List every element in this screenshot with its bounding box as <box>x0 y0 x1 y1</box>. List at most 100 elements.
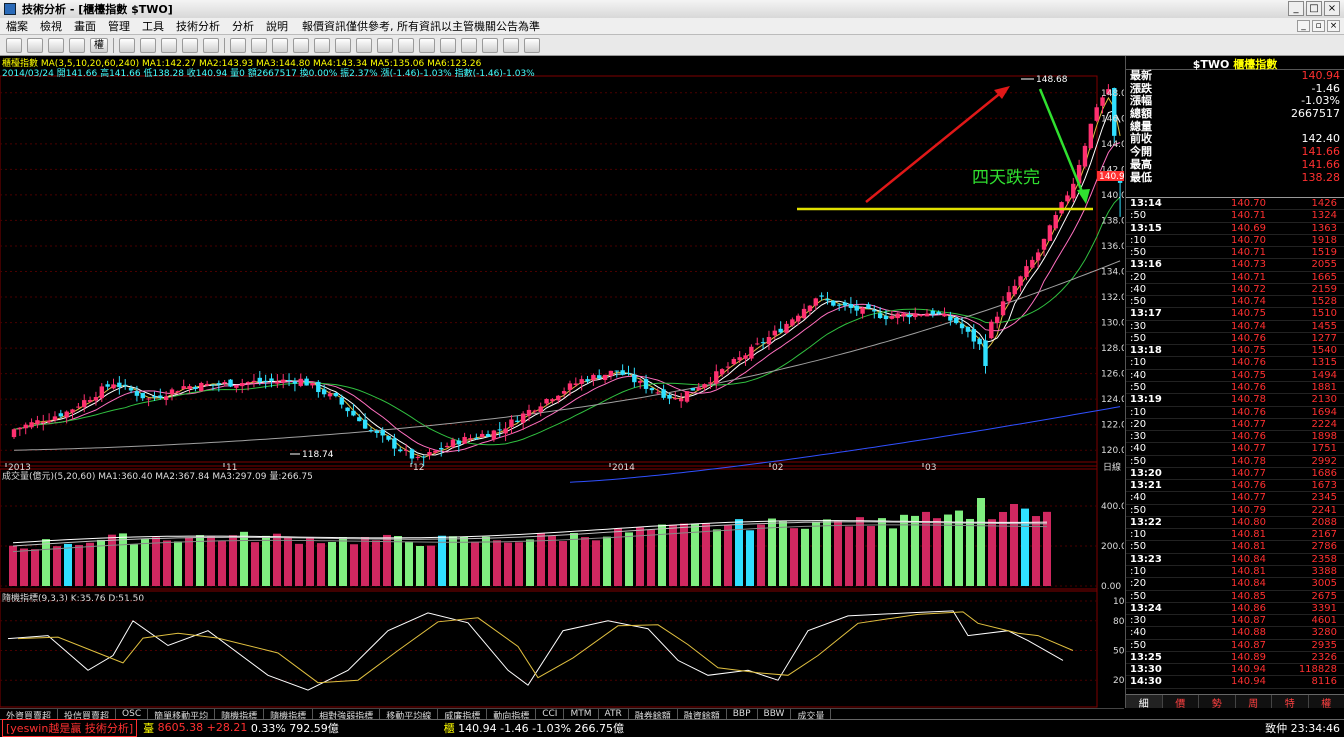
menu-view[interactable]: 檢視 <box>40 18 62 34</box>
period-icon[interactable] <box>48 38 64 53</box>
candle-body <box>135 391 139 396</box>
maximize-icon[interactable]: □ <box>1306 1 1322 16</box>
vline-tool-icon[interactable] <box>293 38 309 53</box>
indicator-tab[interactable]: MTM <box>564 709 598 719</box>
indicator-tab[interactable]: CCI <box>536 709 564 719</box>
quote-row: 最高141.66 <box>1126 159 1344 172</box>
channel-tool-icon[interactable] <box>314 38 330 53</box>
candle-body <box>41 422 45 423</box>
menu-tools[interactable]: 工具 <box>142 18 164 34</box>
volume-bar <box>812 522 820 586</box>
close-icon[interactable]: × <box>1324 1 1340 16</box>
candle-body <box>644 379 648 389</box>
tick-t: 13:21 <box>1126 480 1186 491</box>
chart-icon[interactable] <box>182 38 198 53</box>
date-axis-label: 2014 <box>612 463 635 473</box>
candle-body <box>626 373 630 374</box>
status-taiex: 8605.38 +28.21 <box>158 721 248 734</box>
menu-analysis[interactable]: 分析 <box>232 18 254 34</box>
status-otc: 140.94 -1.46 -1.03% 266.75億 <box>458 720 624 736</box>
menu-technical[interactable]: 技術分析 <box>176 18 220 34</box>
fibonacci-icon[interactable] <box>335 38 351 53</box>
tick-row: :30140.874601 <box>1126 615 1344 627</box>
candle-body <box>281 380 285 383</box>
crosshair-icon[interactable] <box>27 38 43 53</box>
tick-p: 140.87 <box>1186 640 1266 651</box>
price-axis-label: 130.00 <box>1101 319 1124 329</box>
tick-t: :50 <box>1126 640 1186 651</box>
draw-tool-icon[interactable] <box>6 38 22 53</box>
tick-t: :50 <box>1126 333 1186 344</box>
indicator-tab[interactable]: 威廉指標 <box>438 709 487 719</box>
rights-dropdown[interactable]: 權 <box>90 38 108 53</box>
mdi-minimize-icon[interactable]: _ <box>1297 20 1310 32</box>
candle-body <box>498 429 502 430</box>
quote-tab[interactable]: 細 <box>1126 695 1163 708</box>
clear-icon[interactable] <box>482 38 498 53</box>
tick-t: 13:20 <box>1126 468 1186 479</box>
minimize-icon[interactable]: _ <box>1288 1 1304 16</box>
layout-icon[interactable] <box>69 38 85 53</box>
quote-tab[interactable]: 權 <box>1309 695 1344 708</box>
volume-bar <box>713 529 721 586</box>
indicator-tab[interactable]: 移動平均線 <box>380 709 438 719</box>
candle-body <box>427 452 431 455</box>
copy-icon[interactable] <box>440 38 456 53</box>
indicator-tab[interactable]: 相對強弱指標 <box>313 709 380 719</box>
indicator-tab[interactable]: BBP <box>727 709 758 719</box>
indicator-tab[interactable]: 投信買賣超 <box>58 709 116 719</box>
indicator-tab[interactable]: 融資餘額 <box>678 709 727 719</box>
hline-tool-icon[interactable] <box>272 38 288 53</box>
indicator-tab[interactable]: OSC <box>116 709 148 719</box>
candle-body <box>445 446 449 447</box>
volume-bar <box>834 521 842 586</box>
save-icon[interactable] <box>524 38 540 53</box>
quote-row: 總額2667517 <box>1126 108 1344 121</box>
rect-tool-icon[interactable] <box>377 38 393 53</box>
ellipse-tool-icon[interactable] <box>398 38 414 53</box>
indicator-tab[interactable]: 融券餘額 <box>629 709 678 719</box>
line-tool-icon[interactable] <box>251 38 267 53</box>
quote-tab[interactable]: 特 <box>1272 695 1309 708</box>
indicator-tab[interactable]: BBW <box>758 709 792 719</box>
candle-body <box>375 431 379 433</box>
menu-manage[interactable]: 管理 <box>108 18 130 34</box>
tick-list[interactable]: 13:14140.701426:50140.71132413:15140.691… <box>1126 197 1344 689</box>
zoom-icon[interactable] <box>140 38 156 53</box>
grid-icon[interactable] <box>119 38 135 53</box>
menu-help[interactable]: 說明 <box>266 18 288 34</box>
parallel-icon[interactable] <box>356 38 372 53</box>
mdi-restore-icon[interactable]: ▫ <box>1312 20 1325 32</box>
tick-v: 2088 <box>1266 517 1341 528</box>
quote-tab[interactable]: 勢 <box>1199 695 1236 708</box>
candle-body <box>18 428 22 430</box>
indicator-tab[interactable]: 成交量 <box>791 709 831 719</box>
indicator-tab[interactable]: 動向指標 <box>487 709 536 719</box>
tick-row: 14:30140.948116 <box>1126 676 1344 688</box>
toolbar-separator <box>113 38 114 53</box>
indicator-tab[interactable]: 外資買賣超 <box>0 709 58 719</box>
menu-file[interactable]: 檔案 <box>6 18 28 34</box>
quote-tab[interactable]: 價 <box>1163 695 1200 708</box>
mdi-close-icon[interactable]: × <box>1327 20 1340 32</box>
table-icon[interactable] <box>203 38 219 53</box>
indicator-tab[interactable]: 隨機指標 <box>215 709 264 719</box>
volume-bar <box>548 536 556 586</box>
indicator-tab[interactable]: 隨機指標 <box>264 709 313 719</box>
window-icon[interactable] <box>161 38 177 53</box>
pointer-icon[interactable] <box>230 38 246 53</box>
candle-body <box>59 413 63 416</box>
indicator-tab[interactable]: 簡單移動平均 <box>148 709 215 719</box>
chart-canvas[interactable]: 成交量(億元)(5,20,60) MA1:360.40 MA2:367.84 M… <box>0 56 1124 708</box>
text-tool-icon[interactable] <box>419 38 435 53</box>
candle-body <box>1042 239 1046 250</box>
technical-chart[interactable]: 成交量(億元)(5,20,60) MA1:360.40 MA2:367.84 M… <box>0 56 1124 708</box>
indicator-tab[interactable]: ATR <box>599 709 629 719</box>
window-title: 技術分析 - [櫃檯指數 $TWO] <box>22 1 173 17</box>
quote-tab[interactable]: 周 <box>1236 695 1273 708</box>
quote-label: 今開 <box>1130 146 1152 159</box>
erase-icon[interactable] <box>461 38 477 53</box>
menu-screen[interactable]: 畫面 <box>74 18 96 34</box>
color-icon[interactable] <box>503 38 519 53</box>
tick-p: 140.80 <box>1186 517 1266 528</box>
